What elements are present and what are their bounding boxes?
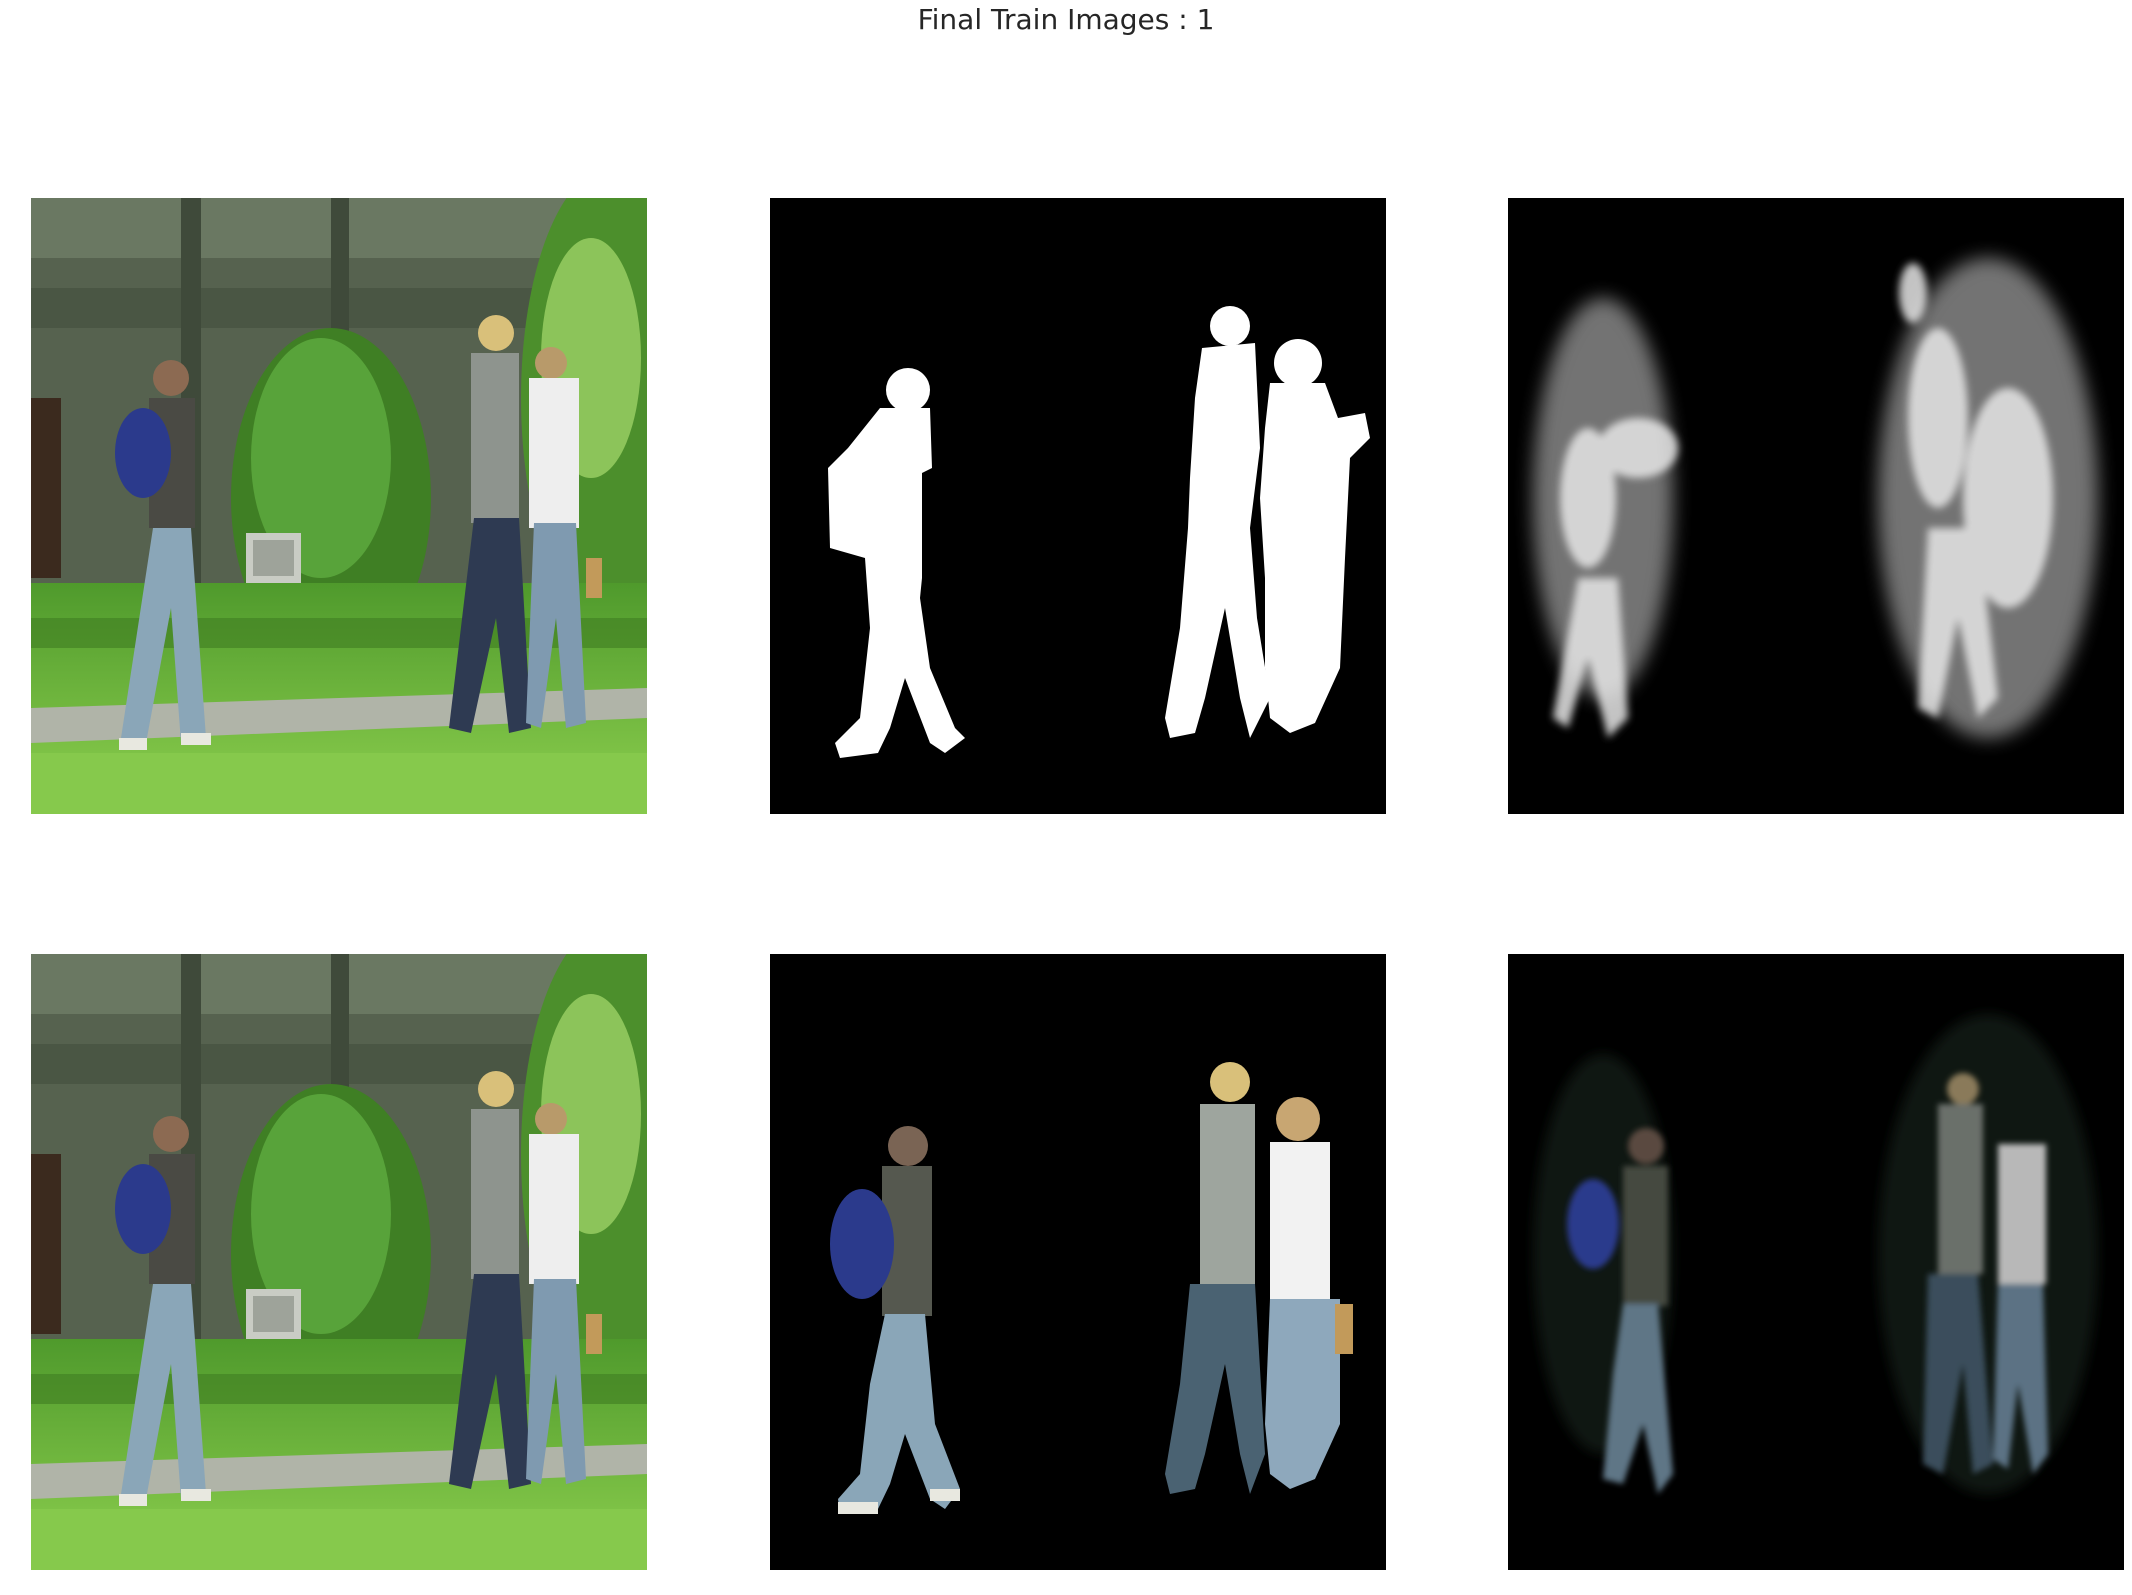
panel-predicted-mask [1508, 198, 2124, 814]
panel-ground-truth-mask [770, 198, 1386, 814]
panel-input-photo-row2 [31, 954, 647, 1570]
panel-masked-input [770, 954, 1386, 1570]
panel-input-photo-row1 [31, 198, 647, 814]
figure-title: Final Train Images : 1 [917, 3, 1215, 36]
predicted-mask-image [1508, 198, 2124, 814]
input-photo-image-2 [31, 954, 647, 1570]
masked-input-image [770, 954, 1386, 1570]
figure: Final Train Images : 1 [0, 0, 2132, 1595]
ground-truth-mask-image [770, 198, 1386, 814]
masked-prediction-image [1508, 954, 2124, 1570]
panel-masked-prediction [1508, 954, 2124, 1570]
input-photo-image [31, 198, 647, 814]
